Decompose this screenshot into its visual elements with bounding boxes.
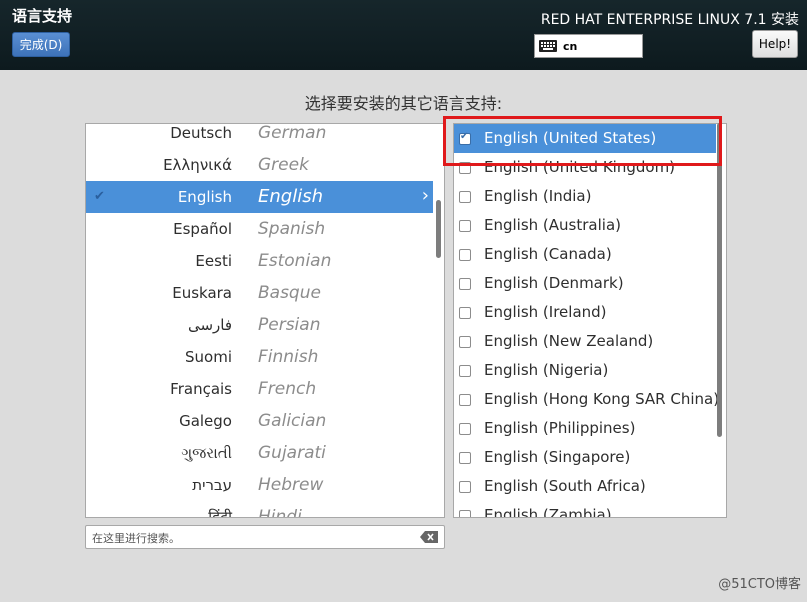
language-native-name: Ελληνικά	[163, 156, 232, 174]
locale-label: English (Australia)	[484, 216, 621, 234]
locale-label: English (Denmark)	[484, 274, 624, 292]
locale-row[interactable]: English (Singapore)	[454, 443, 716, 472]
spoke-title: 语言支持	[12, 7, 73, 25]
language-english-name: Galician	[258, 411, 327, 431]
locale-label: English (Zambia)	[484, 506, 612, 518]
locale-row[interactable]: English (Canada)	[454, 240, 716, 269]
language-row[interactable]: Français French	[86, 373, 433, 405]
locale-checkbox[interactable]	[459, 278, 471, 290]
search-box[interactable]	[85, 525, 445, 549]
locale-row[interactable]: English (Denmark)	[454, 269, 716, 298]
locale-label: English (India)	[484, 187, 592, 205]
locale-list-scrollbar[interactable]	[717, 123, 722, 437]
locale-checkbox[interactable]	[459, 452, 471, 464]
keyboard-layout-label: cn	[563, 39, 578, 53]
locale-checkbox[interactable]	[459, 423, 471, 435]
language-english-name: Basque	[258, 283, 321, 303]
language-english-name: French	[258, 379, 317, 399]
locale-row[interactable]: English (Philippines)	[454, 414, 716, 443]
language-native-name: Eesti	[195, 252, 232, 270]
locale-checkbox[interactable]	[459, 510, 471, 517]
locale-label: English (New Zealand)	[484, 332, 654, 350]
done-button[interactable]: 完成(D)	[12, 32, 70, 57]
keyboard-icon	[539, 40, 557, 52]
locale-checkbox[interactable]	[459, 336, 471, 348]
locale-row[interactable]: English (Ireland)	[454, 298, 716, 327]
language-row[interactable]: Eesti Estonian	[86, 245, 433, 277]
selected-check-icon: ✔	[94, 189, 105, 204]
locale-checkbox[interactable]	[459, 307, 471, 319]
language-english-name: Spanish	[258, 219, 326, 239]
language-english-name: Hebrew	[258, 475, 324, 495]
locale-row[interactable]: English (Nigeria)	[454, 356, 716, 385]
language-english-name: English	[258, 186, 323, 207]
language-english-name: German	[258, 123, 327, 143]
language-english-name: Estonian	[258, 251, 332, 271]
language-row[interactable]: Ελληνικά Greek	[86, 149, 433, 181]
locale-label: English (Nigeria)	[484, 361, 609, 379]
locale-row[interactable]: English (New Zealand)	[454, 327, 716, 356]
locale-row[interactable]: English (South Africa)	[454, 472, 716, 501]
language-row[interactable]: हिंदी Hindi	[86, 501, 433, 518]
locale-row[interactable]: English (Australia)	[454, 211, 716, 240]
language-english-name: Finnish	[258, 347, 319, 367]
language-row[interactable]: ✔ English English ›	[86, 181, 433, 213]
language-rows: Deutsch German Ελληνικά Greek ✔ English Englis…	[86, 123, 433, 518]
locale-label: English (Philippines)	[484, 419, 636, 437]
language-row[interactable]: Galego Galician	[86, 405, 433, 437]
locale-checkbox[interactable]	[459, 249, 471, 261]
locale-checkbox[interactable]	[459, 365, 471, 377]
help-button[interactable]: Help!	[752, 30, 798, 58]
language-native-name: עברית	[192, 476, 232, 494]
locale-label: English (Hong Kong SAR China)	[484, 390, 720, 408]
language-english-name: Hindi	[258, 507, 302, 518]
language-row[interactable]: Euskara Basque	[86, 277, 433, 309]
language-native-name: ગુજરાતી	[181, 444, 232, 462]
locale-checkbox[interactable]	[459, 481, 471, 493]
language-native-name: Español	[173, 220, 232, 238]
locale-label: English (Ireland)	[484, 303, 607, 321]
language-native-name: Suomi	[185, 348, 232, 366]
locale-label: English (Canada)	[484, 245, 612, 263]
locale-row[interactable]: English (Zambia)	[454, 501, 716, 518]
language-english-name: Greek	[258, 155, 309, 175]
language-list[interactable]: Deutsch German Ελληνικά Greek ✔ English Englis…	[85, 123, 445, 518]
locale-list[interactable]: English (United States)English (United K…	[453, 123, 727, 518]
product-title: RED HAT ENTERPRISE LINUX 7.1 安装	[540, 12, 799, 28]
header-bar: 语言支持 完成(D) RED HAT ENTERPRISE LINUX 7.1 …	[0, 0, 807, 70]
language-native-name: हिंदी	[208, 508, 232, 518]
language-row[interactable]: Deutsch German	[86, 123, 433, 149]
locale-row[interactable]: English (Hong Kong SAR China)	[454, 385, 720, 414]
clear-search-icon[interactable]	[420, 531, 438, 543]
language-native-name: Deutsch	[170, 124, 232, 142]
annotation-highlight-box	[443, 116, 722, 166]
language-list-scrollbar[interactable]	[436, 200, 441, 258]
locale-checkbox[interactable]	[459, 220, 471, 232]
language-native-name: English	[177, 188, 232, 206]
language-native-name: Euskara	[172, 284, 232, 302]
locale-checkbox[interactable]	[459, 394, 471, 406]
language-row[interactable]: فارسی Persian	[86, 309, 433, 341]
keyboard-layout-indicator[interactable]: cn	[534, 34, 643, 58]
page-heading: 选择要安装的其它语言支持:	[304, 94, 503, 113]
language-row[interactable]: ગુજરાતી Gujarati	[86, 437, 433, 469]
language-english-name: Persian	[258, 315, 321, 335]
locale-rows: English (United States)English (United K…	[454, 124, 720, 518]
locale-row[interactable]: English (India)	[454, 182, 716, 211]
language-native-name: Français	[170, 380, 232, 398]
locale-label: English (Singapore)	[484, 448, 631, 466]
search-input[interactable]	[90, 528, 414, 548]
language-native-name: فارسی	[187, 316, 232, 334]
watermark: @51CTO博客	[718, 577, 801, 592]
locale-label: English (South Africa)	[484, 477, 646, 495]
locale-checkbox[interactable]	[459, 191, 471, 203]
language-row[interactable]: Español Spanish	[86, 213, 433, 245]
chevron-right-icon: ›	[421, 185, 429, 206]
language-row[interactable]: Suomi Finnish	[86, 341, 433, 373]
language-native-name: Galego	[179, 412, 232, 430]
language-row[interactable]: עברית Hebrew	[86, 469, 433, 501]
language-english-name: Gujarati	[258, 443, 326, 463]
